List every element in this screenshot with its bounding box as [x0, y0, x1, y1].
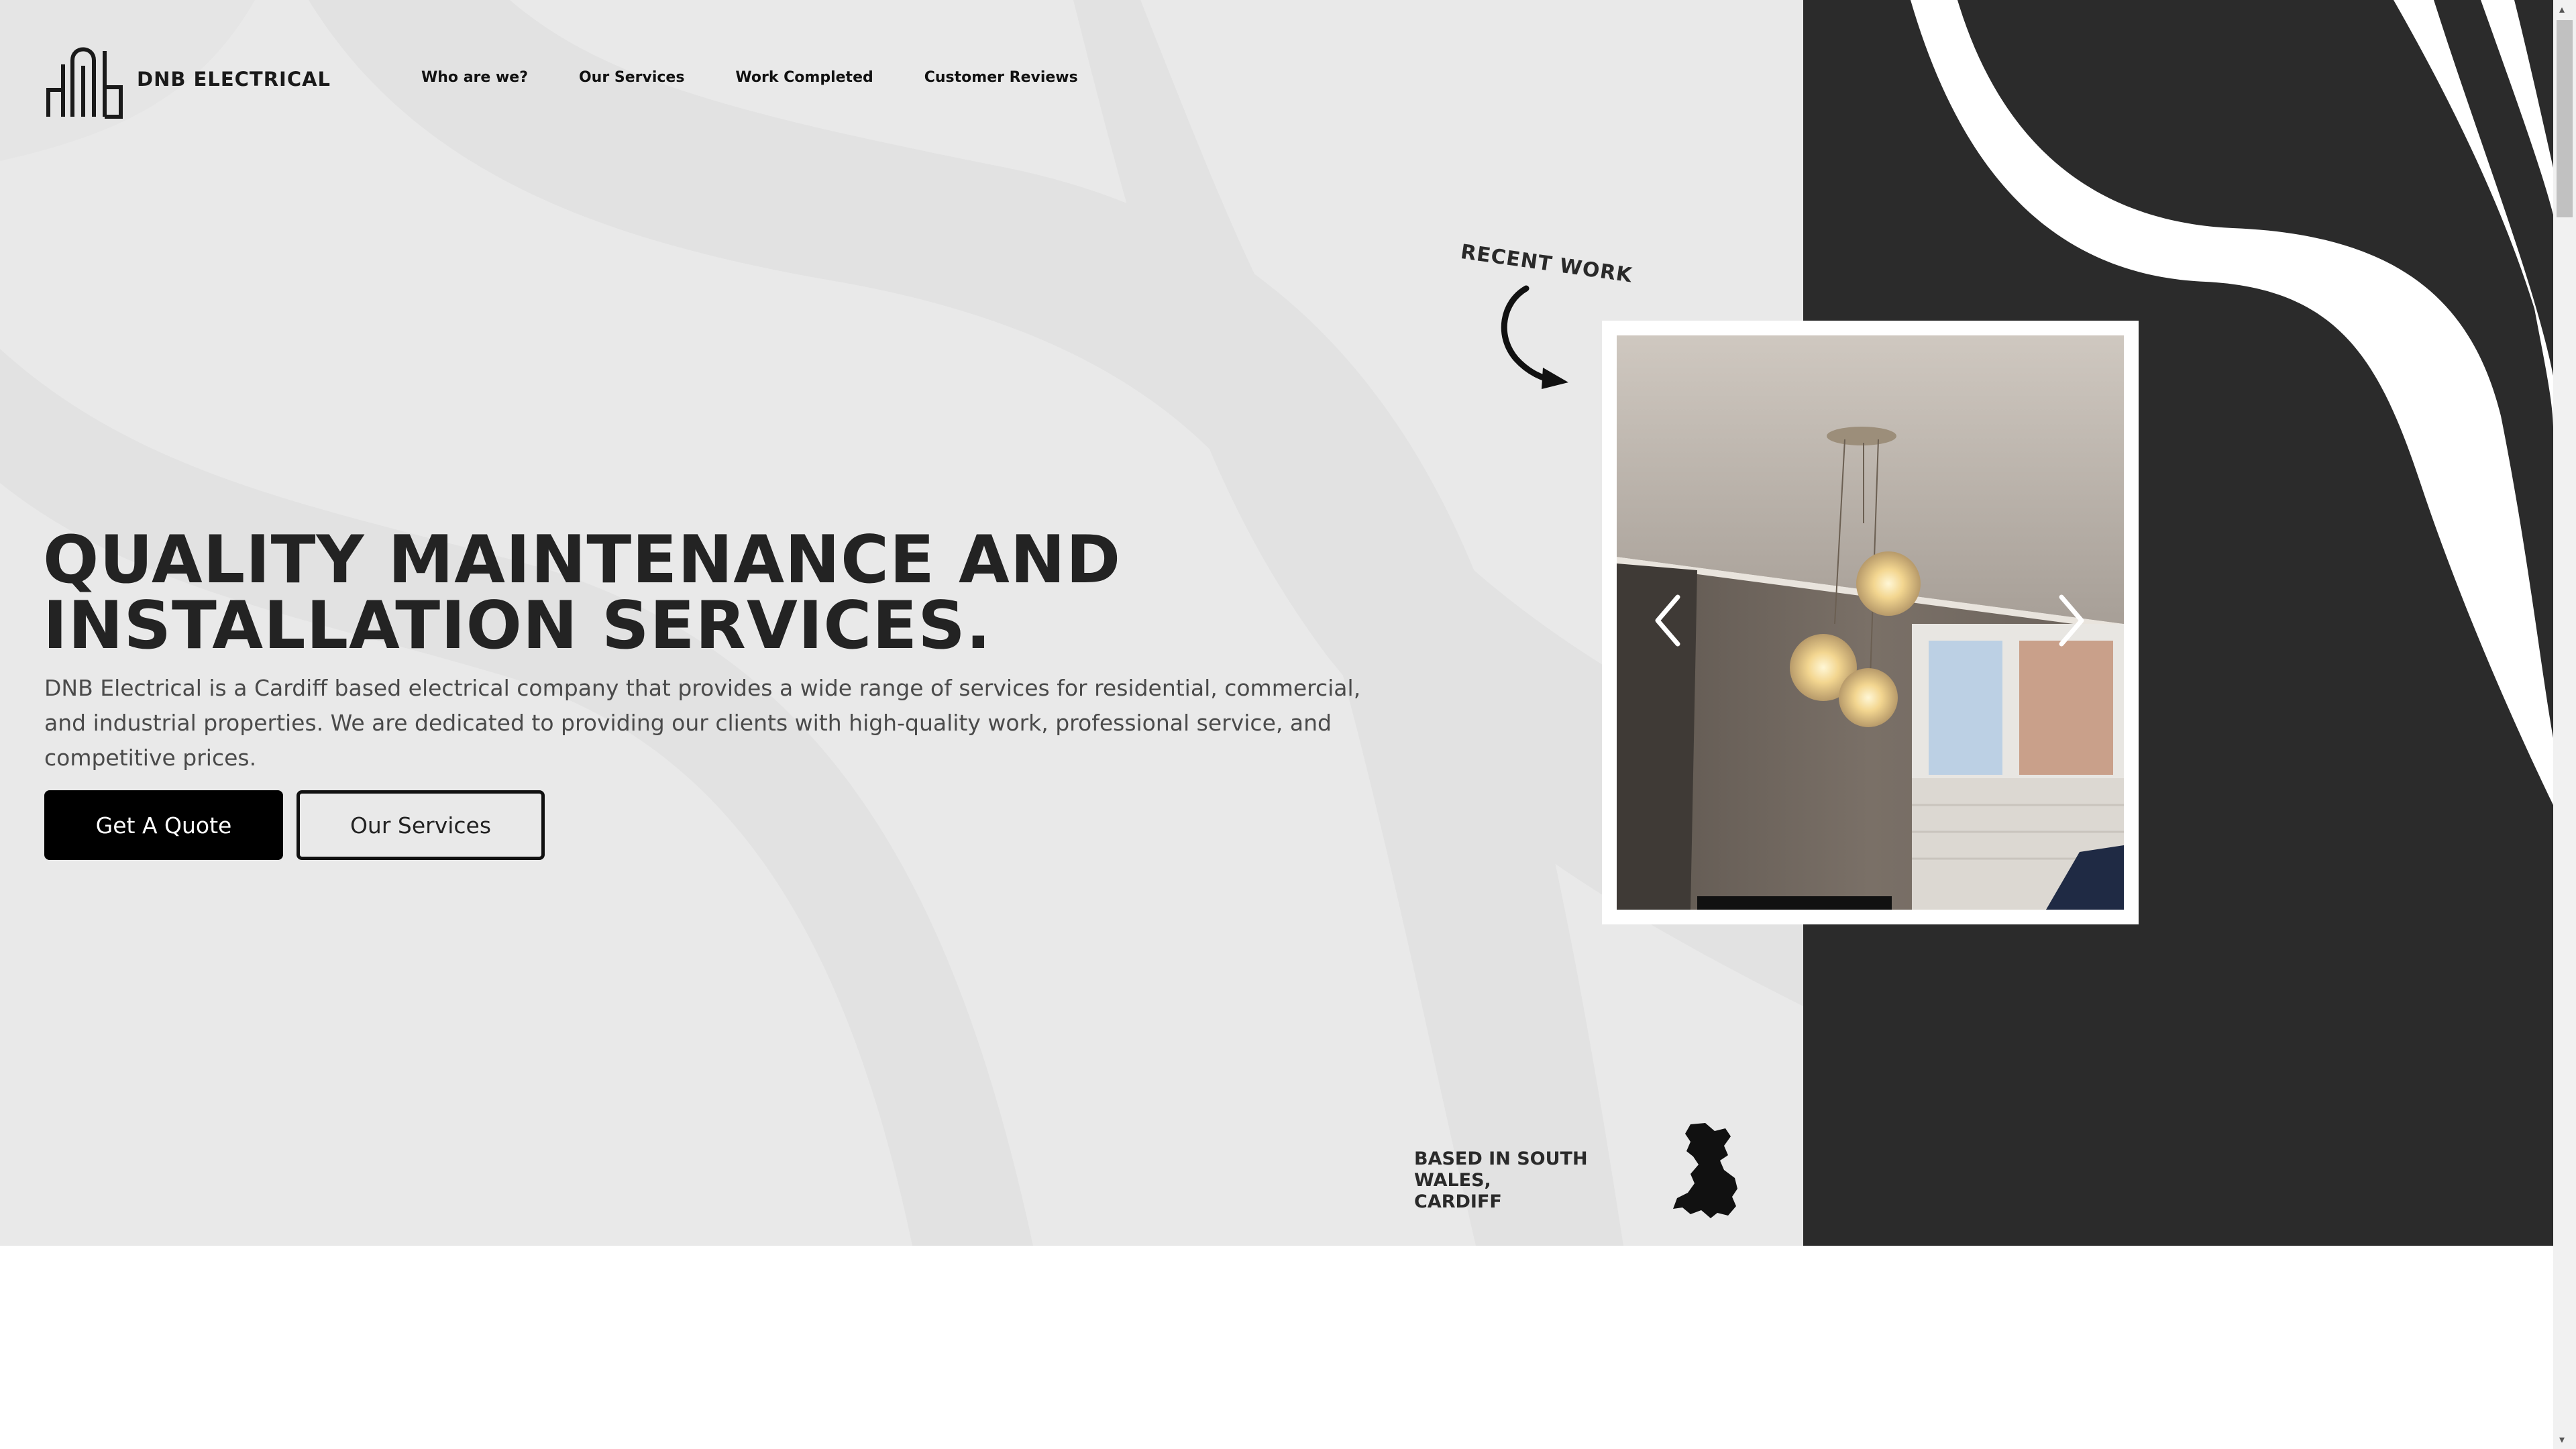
chevron-left-icon[interactable]: [1648, 590, 1688, 651]
page-scrollbar[interactable]: ▴ ▾: [2553, 0, 2576, 1449]
scrollbar-thumb[interactable]: [2557, 20, 2573, 217]
nav-link-work-completed[interactable]: Work Completed: [735, 69, 873, 86]
slide-photo-pendant-lights: [1617, 335, 2124, 910]
hero-headline-line-1: QUALITY MAINTENANCE AND: [43, 522, 1122, 598]
main-nav: Who are we? Our Services Work Completed …: [421, 69, 1129, 86]
hero-headline: QUALITY MAINTENANCE AND INSTALLATION SER…: [43, 527, 1183, 659]
brand-name: DNB ELECTRICAL: [137, 68, 331, 91]
chevron-right-icon[interactable]: [2051, 590, 2092, 651]
dnb-logo-icon: [46, 47, 123, 119]
get-a-quote-button[interactable]: Get A Quote: [44, 790, 283, 860]
nav-link-who-are-we[interactable]: Who are we?: [421, 69, 528, 86]
wales-map-icon: [1673, 1123, 1737, 1218]
location-line-2: CARDIFF: [1414, 1191, 1502, 1212]
our-services-button[interactable]: Our Services: [297, 790, 545, 860]
location-text: BASED IN SOUTH WALES, CARDIFF: [1414, 1148, 1669, 1213]
nav-link-our-services[interactable]: Our Services: [579, 69, 684, 86]
brand-logo[interactable]: DNB ELECTRICAL: [43, 38, 331, 121]
scroll-down-icon[interactable]: ▾: [2559, 1434, 2570, 1445]
curved-arrow-icon: [1501, 285, 1568, 389]
location-line-1: BASED IN SOUTH WALES,: [1414, 1148, 1588, 1191]
scroll-up-icon[interactable]: ▴: [2559, 4, 2570, 15]
hero-intro-text: DNB Electrical is a Cardiff based electr…: [44, 675, 1361, 771]
hero-headline-line-2: INSTALLATION SERVICES.: [43, 588, 992, 664]
nav-link-customer-reviews[interactable]: Customer Reviews: [924, 69, 1078, 86]
